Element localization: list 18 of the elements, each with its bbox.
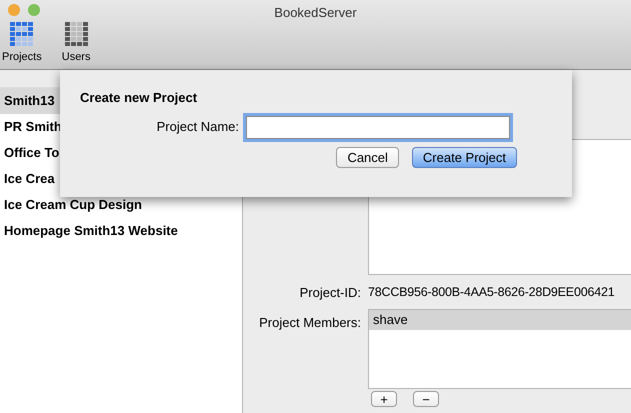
project-list-item[interactable]: Homepage Smith13 Website <box>0 218 242 244</box>
project-id-value: 78CCB956-800B-4AA5-8626-28D9EE006421 <box>368 284 614 301</box>
field-label: Project-ID: <box>298 284 362 301</box>
projects-tool[interactable]: Projects <box>0 22 44 66</box>
minimize-button[interactable] <box>8 4 20 16</box>
add-button[interactable]: + <box>371 391 397 407</box>
field-label: Project Name: <box>156 118 240 136</box>
grid-icon <box>64 22 88 46</box>
grid-icon <box>10 22 34 46</box>
default-button[interactable]: Create Project <box>412 146 517 168</box>
field-label: Project Members: <box>258 314 362 332</box>
users-tool[interactable]: Users <box>60 22 92 66</box>
window-title: BookedServer <box>274 4 357 22</box>
remove-button[interactable]: − <box>413 391 439 407</box>
zoom-button[interactable] <box>28 4 40 16</box>
sheet-button[interactable]: Cancel <box>336 146 399 168</box>
sheet-title: Create new Project <box>80 89 198 107</box>
member-row[interactable]: shave <box>369 310 631 330</box>
